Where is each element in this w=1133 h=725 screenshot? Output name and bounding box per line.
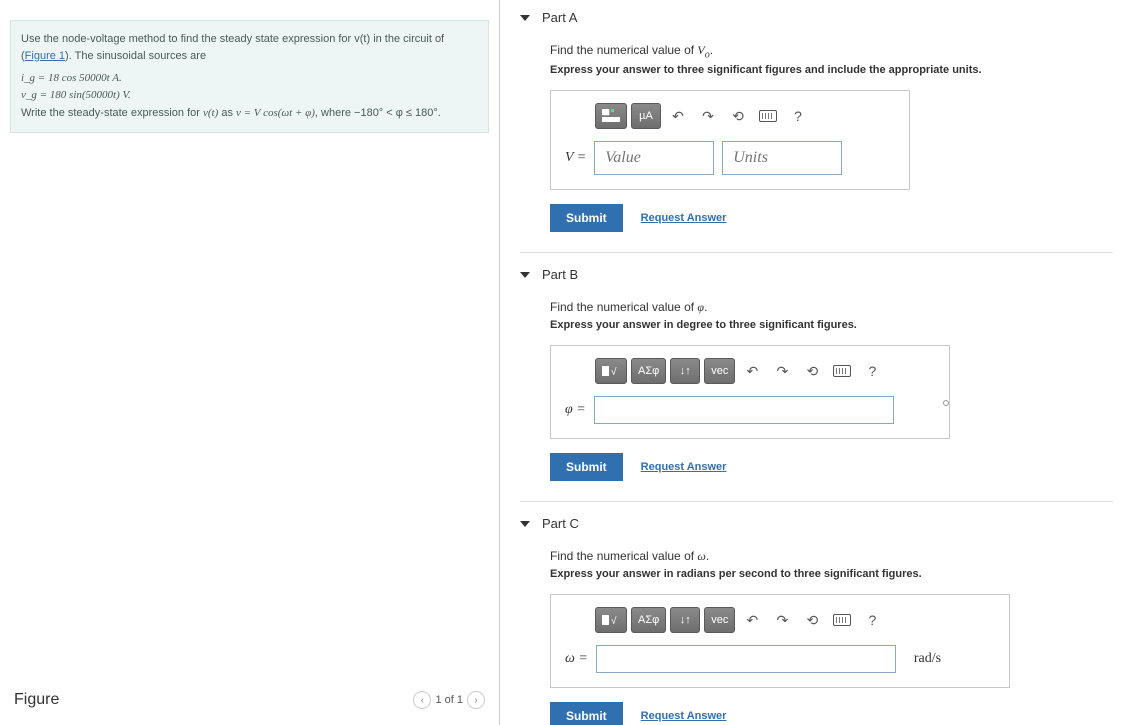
part-c-request-answer-link[interactable]: Request Answer [641, 710, 727, 722]
greek-button[interactable]: ΑΣφ [631, 358, 666, 384]
figure-title: Figure [14, 691, 59, 709]
vector-button[interactable]: vec [704, 607, 735, 633]
redo-button[interactable]: ↷ [769, 608, 795, 632]
format-button[interactable]: √ [595, 607, 627, 633]
pager-label: 1 of 1 [435, 694, 463, 706]
reset-button[interactable]: ⟲ [725, 104, 751, 128]
part-b-prompt: Find the numerical value of φ. [550, 300, 1113, 315]
part-c-title: Part C [542, 516, 579, 531]
pager-next-button[interactable]: › [467, 691, 485, 709]
write-vt: v(t) [203, 107, 218, 119]
figure-footer: Figure ‹ 1 of 1 › [10, 685, 489, 715]
chevron-down-icon [520, 272, 530, 278]
format-icon: √ [602, 364, 620, 378]
undo-button[interactable]: ↶ [739, 608, 765, 632]
template-button[interactable] [595, 103, 627, 129]
part-c-unit-label: rad/s [914, 651, 941, 667]
redo-button[interactable]: ↷ [769, 359, 795, 383]
part-a: Part A Find the numerical value of Vo. E… [520, 0, 1113, 252]
keyboard-icon [833, 614, 851, 626]
figure-link[interactable]: Figure 1 [25, 50, 65, 62]
chevron-down-icon [520, 15, 530, 21]
pager-prev-button[interactable]: ‹ [413, 691, 431, 709]
part-b-title: Part B [542, 267, 578, 282]
part-a-header[interactable]: Part A [520, 10, 1113, 25]
part-b-submit-button[interactable]: Submit [550, 453, 623, 481]
degree-icon [943, 400, 949, 406]
part-c-instruct: Express your answer in radians per secon… [550, 568, 1113, 580]
keyboard-button[interactable] [829, 359, 855, 383]
units-button[interactable]: µA [631, 103, 661, 129]
write-suffix: , where −180° < φ ≤ 180°. [315, 107, 441, 119]
right-pane: Part A Find the numerical value of Vo. E… [500, 0, 1133, 725]
write-eq: v = V cos(ωt + φ) [236, 107, 315, 119]
part-c-var-label: ω = [565, 651, 588, 667]
part-c-header[interactable]: Part C [520, 516, 1113, 531]
problem-intro-suffix: ). The sinusoidal sources are [65, 50, 206, 62]
part-b: Part B Find the numerical value of φ. Ex… [520, 252, 1113, 501]
keyboard-icon [759, 110, 777, 122]
reset-button[interactable]: ⟲ [799, 608, 825, 632]
template-icon [602, 109, 620, 123]
part-a-answer-box: µA ↶ ↷ ⟲ ? V = [550, 90, 910, 190]
part-c-answer-box: √ ΑΣφ ↓↑ vec ↶ ↷ ⟲ ? ω = rad/s [550, 594, 1010, 688]
part-a-request-answer-link[interactable]: Request Answer [641, 212, 727, 224]
part-b-header[interactable]: Part B [520, 267, 1113, 282]
undo-button[interactable]: ↶ [665, 104, 691, 128]
part-b-var-label: φ = [565, 402, 586, 418]
part-a-prompt: Find the numerical value of Vo. [550, 43, 1113, 60]
part-a-instruct: Express your answer to three significant… [550, 64, 1113, 76]
undo-button[interactable]: ↶ [739, 359, 765, 383]
keyboard-button[interactable] [755, 104, 781, 128]
equation-ig: i_g = 18 cos 50000t A. [21, 70, 478, 87]
part-a-var-label: V = [565, 150, 586, 166]
part-c: Part C Find the numerical value of ω. Ex… [520, 501, 1113, 725]
left-pane: Use the node-voltage method to find the … [0, 0, 500, 725]
format-icon: √ [602, 613, 620, 627]
svg-text:√: √ [611, 366, 617, 378]
help-button[interactable]: ? [859, 608, 885, 632]
part-b-answer-box: √ ΑΣφ ↓↑ vec ↶ ↷ ⟲ ? φ = [550, 345, 950, 439]
svg-text:√: √ [611, 615, 617, 627]
keyboard-icon [833, 365, 851, 377]
part-c-submit-button[interactable]: Submit [550, 702, 623, 725]
greek-button[interactable]: ΑΣφ [631, 607, 666, 633]
reset-button[interactable]: ⟲ [799, 359, 825, 383]
write-prefix: Write the steady-state expression for [21, 107, 203, 119]
keyboard-button[interactable] [829, 608, 855, 632]
part-a-title: Part A [542, 10, 577, 25]
part-b-instruct: Express your answer in degree to three s… [550, 319, 1113, 331]
part-a-value-input[interactable] [594, 141, 714, 175]
equation-vg: v_g = 180 sin(50000t) V. [21, 87, 478, 104]
subscript-button[interactable]: ↓↑ [670, 607, 700, 633]
part-b-value-input[interactable] [594, 396, 894, 424]
vector-button[interactable]: vec [704, 358, 735, 384]
part-c-value-input[interactable] [596, 645, 896, 673]
figure-pager: ‹ 1 of 1 › [413, 691, 485, 709]
write-mid: as [218, 107, 236, 119]
subscript-button[interactable]: ↓↑ [670, 358, 700, 384]
format-button[interactable]: √ [595, 358, 627, 384]
chevron-down-icon [520, 521, 530, 527]
part-a-units-input[interactable] [722, 141, 842, 175]
problem-statement: Use the node-voltage method to find the … [10, 20, 489, 133]
help-button[interactable]: ? [859, 359, 885, 383]
part-b-request-answer-link[interactable]: Request Answer [641, 461, 727, 473]
help-button[interactable]: ? [785, 104, 811, 128]
part-c-prompt: Find the numerical value of ω. [550, 549, 1113, 564]
part-a-submit-button[interactable]: Submit [550, 204, 623, 232]
redo-button[interactable]: ↷ [695, 104, 721, 128]
